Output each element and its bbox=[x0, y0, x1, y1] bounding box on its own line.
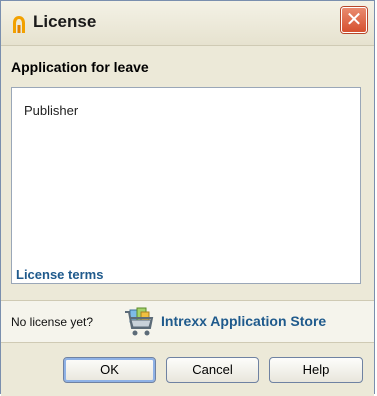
help-button[interactable]: Help bbox=[269, 357, 363, 383]
publisher-label: Publisher bbox=[24, 103, 79, 118]
shopping-cart-icon[interactable] bbox=[123, 306, 155, 338]
license-terms-link[interactable]: License terms bbox=[16, 267, 103, 282]
window-title: License bbox=[33, 12, 97, 31]
dialog-header: Application for leave bbox=[5, 55, 367, 81]
title-bar: License ✕ bbox=[1, 1, 374, 46]
intrexx-logo-icon bbox=[13, 16, 25, 33]
license-dialog: License ✕ Application for leave Publishe… bbox=[0, 0, 375, 396]
cancel-button[interactable]: Cancel bbox=[166, 357, 259, 383]
close-button[interactable]: ✕ bbox=[341, 7, 367, 33]
application-title: Application for leave bbox=[11, 59, 149, 75]
application-store-link[interactable]: Intrexx Application Store bbox=[161, 313, 326, 329]
license-store-row: No license yet? Intrexx Application Stor… bbox=[1, 300, 374, 343]
ok-button[interactable]: OK bbox=[63, 357, 156, 383]
dialog-button-bar: OK Cancel Help bbox=[1, 342, 374, 396]
no-license-text: No license yet? bbox=[11, 315, 94, 329]
license-info-panel: Publisher bbox=[11, 87, 361, 284]
